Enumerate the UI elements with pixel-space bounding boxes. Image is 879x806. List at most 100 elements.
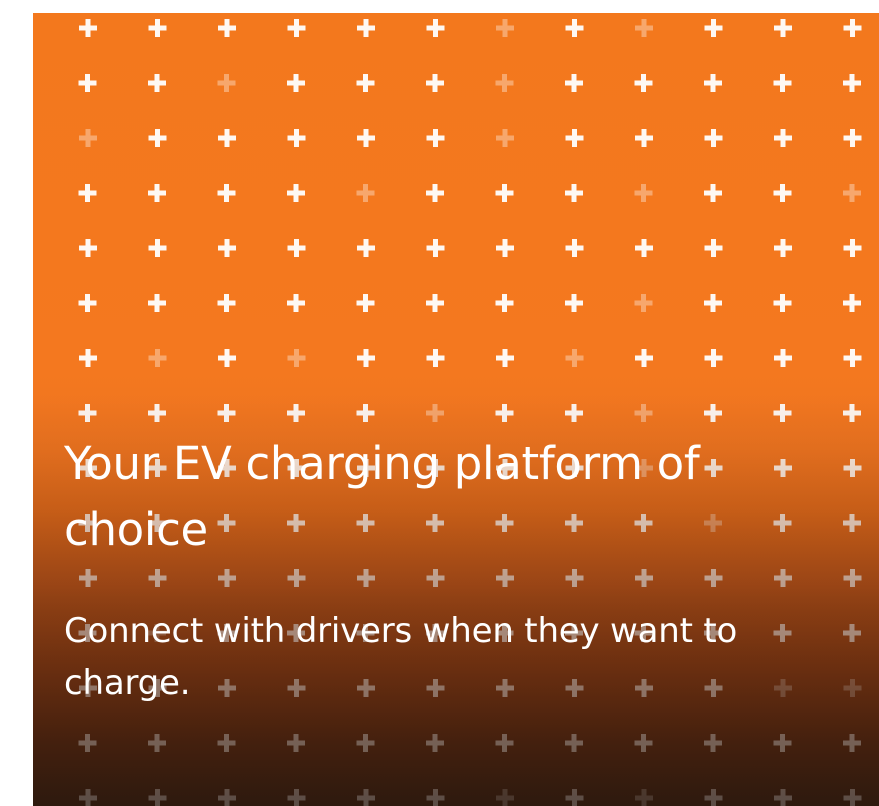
plus-icon	[843, 789, 862, 806]
plus-icon	[148, 734, 166, 752]
plus-icon	[287, 349, 306, 367]
plus-icon	[495, 184, 514, 202]
plus-icon	[634, 184, 653, 202]
plus-icon	[565, 129, 584, 147]
plus-icon	[843, 734, 861, 752]
plus-icon	[773, 404, 792, 422]
plus-icon	[426, 569, 445, 587]
plus-icon	[426, 19, 445, 37]
plus-icon	[148, 789, 167, 806]
plus-icon	[287, 734, 305, 752]
plus-icon	[148, 19, 167, 37]
plus-icon	[634, 294, 653, 312]
plus-icon	[426, 349, 445, 367]
plus-icon	[148, 349, 167, 367]
plus-icon	[774, 239, 792, 257]
plus-icon	[426, 184, 444, 202]
plus-icon	[78, 184, 97, 202]
plus-icon	[78, 74, 97, 92]
hero-banner: Your EV charging platform of choice Conn…	[33, 13, 879, 806]
plus-icon	[774, 789, 792, 806]
plus-icon	[287, 789, 306, 806]
plus-icon	[843, 19, 862, 37]
plus-icon	[495, 294, 514, 312]
plus-icon	[704, 74, 722, 92]
plus-icon	[704, 19, 723, 37]
plus-icon	[356, 74, 375, 92]
plus-icon	[634, 734, 653, 752]
plus-icon	[217, 74, 236, 92]
plus-icon	[79, 569, 97, 587]
plus-icon	[148, 74, 166, 92]
plus-icon	[704, 129, 723, 147]
plus-icon	[496, 129, 514, 147]
plus-icon	[565, 789, 584, 806]
plus-icon	[357, 239, 375, 257]
plus-icon	[496, 19, 514, 37]
plus-icon	[287, 74, 305, 92]
plus-icon	[148, 129, 167, 147]
plus-icon	[218, 789, 236, 806]
plus-icon	[426, 404, 444, 422]
plus-icon	[843, 239, 862, 257]
hero-headline: Your EV charging platform of choice	[64, 437, 700, 556]
plus-icon	[843, 514, 861, 532]
plus-icon	[773, 184, 792, 202]
plus-icon	[426, 294, 444, 312]
plus-icon	[79, 19, 97, 37]
plus-icon	[704, 569, 723, 587]
plus-icon	[843, 569, 862, 587]
plus-icon	[218, 569, 236, 587]
plus-icon	[287, 184, 305, 202]
plus-icon	[843, 349, 862, 367]
plus-icon	[635, 239, 653, 257]
plus-icon	[496, 789, 514, 806]
plus-icon	[495, 734, 514, 752]
plus-icon	[704, 404, 722, 422]
plus-icon	[843, 459, 862, 477]
plus-icon	[635, 19, 653, 37]
plus-icon	[704, 184, 722, 202]
plus-icon	[634, 74, 653, 92]
plus-icon	[287, 404, 305, 422]
plus-icon	[565, 184, 583, 202]
plus-icon	[426, 74, 444, 92]
plus-icon	[774, 349, 792, 367]
plus-icon	[356, 294, 375, 312]
plus-icon	[496, 569, 514, 587]
plus-icon	[704, 789, 723, 806]
plus-icon	[426, 239, 445, 257]
plus-icon	[426, 734, 444, 752]
plus-icon	[426, 789, 445, 806]
plus-icon	[426, 129, 445, 147]
plus-icon	[843, 129, 862, 147]
plus-icon	[565, 239, 584, 257]
plus-icon	[78, 734, 97, 752]
plus-icon	[495, 74, 514, 92]
plus-icon	[495, 404, 514, 422]
plus-icon	[218, 19, 236, 37]
plus-icon	[79, 239, 97, 257]
plus-icon	[774, 129, 792, 147]
plus-icon	[635, 569, 653, 587]
plus-icon	[565, 569, 584, 587]
plus-icon	[148, 239, 167, 257]
plus-icon	[773, 74, 792, 92]
plus-icon	[218, 349, 236, 367]
plus-icon	[287, 569, 306, 587]
plus-icon	[356, 184, 375, 202]
plus-icon	[635, 349, 653, 367]
plus-icon	[79, 789, 97, 806]
plus-icon	[843, 294, 861, 312]
plus-icon	[843, 404, 861, 422]
plus-icon	[565, 734, 583, 752]
plus-icon	[773, 294, 792, 312]
plus-icon	[704, 239, 723, 257]
plus-icon	[357, 19, 375, 37]
plus-icon	[148, 184, 166, 202]
plus-icon	[704, 734, 722, 752]
plus-icon	[634, 404, 653, 422]
plus-icon	[287, 294, 305, 312]
plus-icon	[635, 129, 653, 147]
plus-icon	[496, 239, 514, 257]
